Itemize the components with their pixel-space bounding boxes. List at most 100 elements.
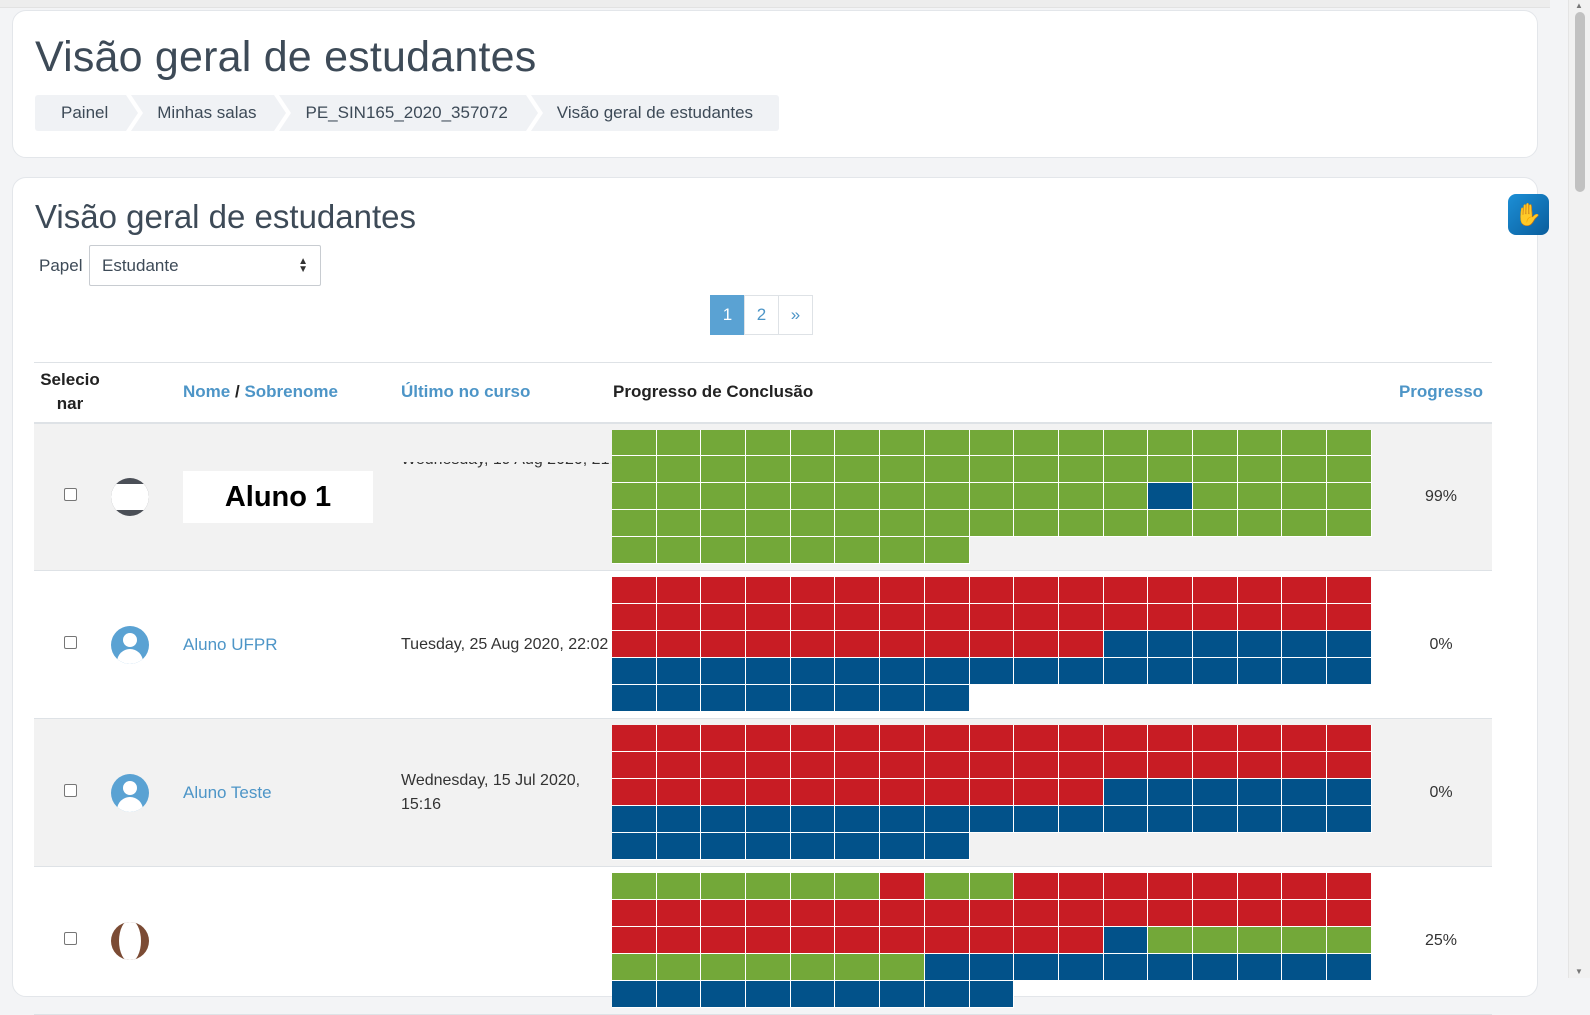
activity-cell[interactable]: [1014, 483, 1059, 511]
activity-cell[interactable]: [1103, 631, 1149, 658]
activity-cell[interactable]: [701, 510, 747, 538]
activity-cell[interactable]: [1327, 873, 1372, 901]
activity-cell[interactable]: [1192, 805, 1238, 833]
scrollbar-thumb[interactable]: [1575, 12, 1585, 192]
activity-cell[interactable]: [1192, 429, 1238, 457]
activity-cell[interactable]: [746, 779, 791, 806]
activity-cell[interactable]: [1103, 510, 1149, 538]
activity-cell[interactable]: [1282, 779, 1327, 806]
activity-cell[interactable]: [969, 980, 1015, 1008]
activity-cell[interactable]: [880, 805, 925, 833]
activity-cell[interactable]: [746, 900, 791, 928]
activity-cell[interactable]: [835, 953, 881, 981]
activity-cell[interactable]: [790, 752, 836, 780]
activity-cell[interactable]: [1192, 657, 1238, 685]
activity-cell[interactable]: [612, 832, 657, 860]
activity-cell[interactable]: [790, 456, 836, 484]
activity-cell[interactable]: [880, 779, 925, 806]
activity-cell[interactable]: [656, 604, 702, 632]
activity-cell[interactable]: [1014, 953, 1059, 981]
activity-cell[interactable]: [1148, 657, 1193, 685]
activity-cell[interactable]: [1327, 725, 1372, 753]
activity-cell[interactable]: [924, 980, 970, 1008]
activity-cell[interactable]: [1103, 752, 1149, 780]
activity-cell[interactable]: [1282, 873, 1327, 901]
activity-cell[interactable]: [880, 537, 925, 564]
activity-cell[interactable]: [924, 456, 970, 484]
activity-cell[interactable]: [880, 873, 925, 901]
activity-cell[interactable]: [1058, 577, 1104, 605]
activity-cell[interactable]: [924, 873, 970, 901]
activity-cell[interactable]: [1237, 805, 1283, 833]
activity-cell[interactable]: [701, 725, 747, 753]
activity-cell[interactable]: [746, 429, 791, 457]
activity-cell[interactable]: [1327, 604, 1372, 632]
activity-cell[interactable]: [656, 456, 702, 484]
activity-cell[interactable]: [835, 832, 881, 860]
activity-cell[interactable]: [835, 873, 881, 901]
activity-cell[interactable]: [1103, 953, 1149, 981]
activity-cell[interactable]: [701, 456, 747, 484]
activity-cell[interactable]: [1237, 752, 1283, 780]
activity-cell[interactable]: [1148, 577, 1193, 605]
activity-cell[interactable]: [880, 725, 925, 753]
select-student-checkbox[interactable]: [63, 783, 77, 797]
activity-cell[interactable]: [656, 953, 702, 981]
page-1-button[interactable]: 1: [710, 295, 745, 335]
activity-cell[interactable]: [1237, 657, 1283, 685]
activity-cell[interactable]: [746, 456, 791, 484]
activity-cell[interactable]: [1192, 873, 1238, 901]
activity-cell[interactable]: [656, 725, 702, 753]
breadcrumb-painel[interactable]: Painel: [35, 95, 144, 131]
activity-cell[interactable]: [924, 577, 970, 605]
activity-cell[interactable]: [835, 980, 881, 1008]
activity-cell[interactable]: [1103, 873, 1149, 901]
activity-cell[interactable]: [790, 980, 836, 1008]
activity-cell[interactable]: [656, 927, 702, 954]
activity-cell[interactable]: [701, 657, 747, 685]
page-2-button[interactable]: 2: [744, 295, 779, 335]
activity-cell[interactable]: [880, 752, 925, 780]
activity-cell[interactable]: [701, 805, 747, 833]
activity-cell[interactable]: [1058, 456, 1104, 484]
activity-cell[interactable]: [701, 927, 747, 954]
activity-cell[interactable]: [701, 980, 747, 1008]
activity-cell[interactable]: [1148, 456, 1193, 484]
activity-cell[interactable]: [790, 483, 836, 511]
activity-cell[interactable]: [1014, 510, 1059, 538]
activity-cell[interactable]: [924, 483, 970, 511]
activity-cell[interactable]: [701, 900, 747, 928]
activity-cell[interactable]: [746, 832, 791, 860]
activity-cell[interactable]: [1237, 483, 1283, 511]
activity-cell[interactable]: [1103, 604, 1149, 632]
activity-cell[interactable]: [969, 456, 1015, 484]
activity-cell[interactable]: [790, 657, 836, 685]
activity-cell[interactable]: [790, 725, 836, 753]
activity-cell[interactable]: [656, 832, 702, 860]
activity-cell[interactable]: [835, 604, 881, 632]
activity-cell[interactable]: [1327, 631, 1372, 658]
activity-cell[interactable]: [1148, 752, 1193, 780]
activity-cell[interactable]: [1237, 953, 1283, 981]
sign-language-icon[interactable]: ✋: [1508, 194, 1549, 235]
activity-cell[interactable]: [880, 684, 925, 712]
activity-cell[interactable]: [1103, 927, 1149, 954]
activity-cell[interactable]: [656, 805, 702, 833]
activity-cell[interactable]: [612, 604, 657, 632]
activity-cell[interactable]: [1103, 805, 1149, 833]
activity-cell[interactable]: [612, 805, 657, 833]
activity-cell[interactable]: [746, 752, 791, 780]
student-name-link[interactable]: Aluno Teste: [183, 783, 272, 802]
activity-cell[interactable]: [656, 510, 702, 538]
activity-cell[interactable]: [746, 725, 791, 753]
activity-cell[interactable]: [880, 900, 925, 928]
activity-cell[interactable]: [701, 604, 747, 632]
activity-cell[interactable]: [612, 684, 657, 712]
activity-cell[interactable]: [1058, 805, 1104, 833]
activity-cell[interactable]: [1148, 604, 1193, 632]
activity-cell[interactable]: [1014, 927, 1059, 954]
activity-cell[interactable]: [835, 510, 881, 538]
activity-cell[interactable]: [969, 873, 1015, 901]
activity-cell[interactable]: [612, 456, 657, 484]
activity-cell[interactable]: [746, 980, 791, 1008]
